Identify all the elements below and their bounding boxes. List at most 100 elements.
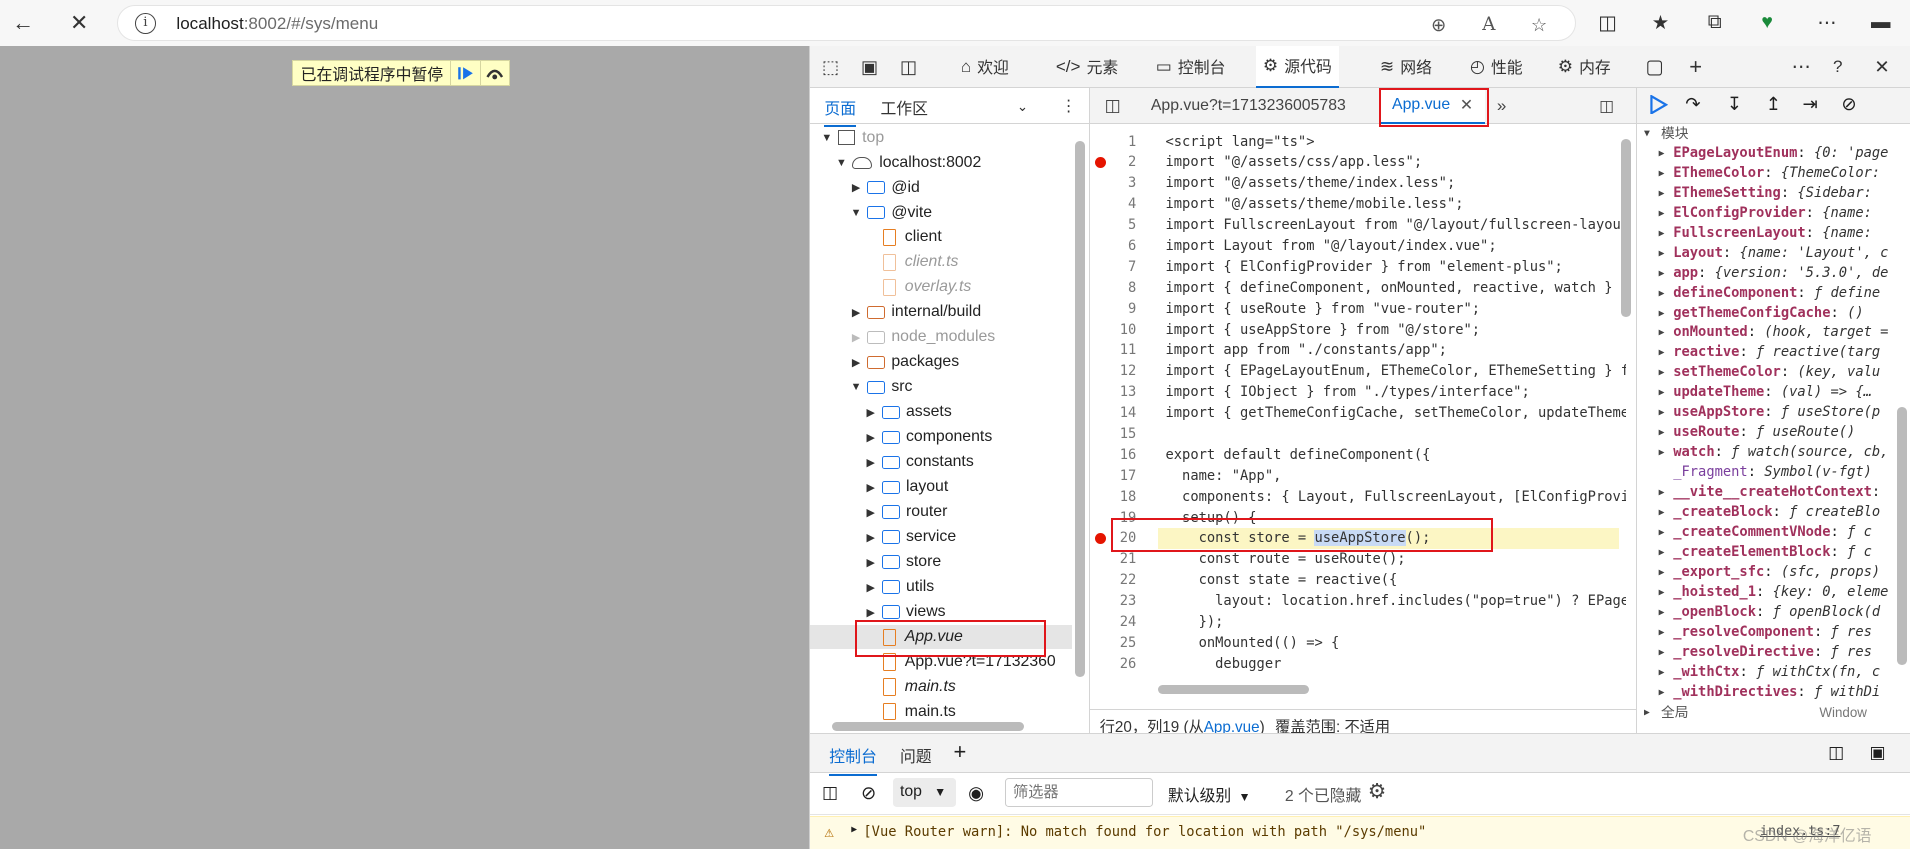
line-number[interactable]: 11 [1090, 340, 1137, 361]
tree-hscrollbar[interactable] [831, 722, 1025, 731]
tree-item[interactable]: ▶ components [810, 425, 1072, 449]
line-number[interactable]: 6 [1090, 236, 1136, 257]
scope-variable[interactable]: ▶ EThemeSetting: {Sidebar: [1637, 184, 1910, 204]
expand-right-icon[interactable]: ▶ [863, 481, 878, 494]
scope-variable[interactable]: ▶ _withCtx: ƒ withCtx(fn, c [1637, 663, 1910, 683]
panel-icon[interactable]: ▢ [1645, 46, 1663, 87]
code-line[interactable]: 2 import "@/assets/css/app.less"; [1090, 152, 1626, 173]
scope-variable[interactable]: ▶ updateTheme: (val) => {… [1637, 383, 1910, 403]
step-over-icon[interactable]: ↷ [1685, 93, 1700, 115]
scope-variable[interactable]: ▶ _resolveComponent: ƒ res [1637, 623, 1910, 643]
device-toolbar-icon[interactable]: ▣ [861, 46, 878, 87]
line-number[interactable]: 17 [1090, 466, 1137, 487]
settings-gear-icon[interactable]: ⚙ [1368, 779, 1387, 804]
expand-right-icon[interactable]: ▶ [1659, 603, 1665, 622]
scope-scrollbar[interactable] [1897, 406, 1908, 666]
code-line[interactable]: 7 import { ElConfigProvider } from "eleme… [1090, 257, 1626, 278]
line-number[interactable]: 25 [1090, 633, 1137, 654]
scope-variable[interactable]: ▶ FullscreenLayout: {name: [1637, 224, 1910, 244]
address-bar[interactable]: i localhost:8002/#/sys/menu ⊕ A ☆ [116, 4, 1577, 42]
close-devtools-icon[interactable]: ✕ [1874, 46, 1889, 87]
code-line[interactable]: 1 <script lang="ts"> [1090, 132, 1626, 153]
line-number[interactable]: 4 [1090, 194, 1136, 215]
more-vert-icon[interactable]: ⋮ [1061, 96, 1077, 116]
expand-right-icon[interactable]: ▶ [849, 331, 864, 344]
code-editor[interactable]: 1 <script lang="ts"> 2 import "@/assets/css… [1089, 124, 1626, 697]
expand-right-icon[interactable]: ▶ [1659, 343, 1665, 362]
context-select[interactable]: top ▼ [892, 778, 956, 808]
add-tab-icon[interactable]: + [1689, 46, 1702, 87]
line-number[interactable]: 22 [1090, 570, 1137, 591]
tree-item[interactable]: ▶ service [810, 525, 1072, 549]
expand-right-icon[interactable]: ▶ [849, 306, 864, 319]
close-tab-icon[interactable]: ✕ [1460, 95, 1473, 115]
info-icon[interactable]: i [134, 13, 156, 34]
line-number[interactable]: 3 [1090, 173, 1136, 194]
tab-performance[interactable]: ◴ 性能 [1463, 46, 1530, 87]
expand-right-icon[interactable]: ▶ [1659, 383, 1665, 402]
tree-item[interactable]: ▶ constants [810, 450, 1072, 474]
line-number[interactable]: 23 [1090, 591, 1137, 612]
expand-right-icon[interactable]: ▶ [1659, 164, 1665, 183]
tab-sources[interactable]: ⚙ 源代码 [1255, 46, 1340, 88]
scope-variable[interactable]: ▶ _export_sfc: (sfc, props) [1637, 563, 1910, 583]
line-number[interactable]: 5 [1090, 215, 1136, 236]
expand-down-icon[interactable]: ▼ [849, 207, 864, 219]
tree-item[interactable]: ▶ internal/build [810, 300, 1072, 324]
tree-item[interactable]: ▶ packages [810, 350, 1072, 374]
log-level-select[interactable]: 默认级别 ▼ [1168, 783, 1251, 806]
scope-variable[interactable]: ▶ _hoisted_1: {key: 0, eleme [1637, 583, 1910, 603]
split-screen-icon[interactable]: ◫ [1598, 11, 1616, 35]
tree-item[interactable]: ▶ views [810, 600, 1072, 624]
scope-variable[interactable]: ▶ watch: ƒ watch(source, cb, [1637, 443, 1910, 463]
expand-down-icon[interactable]: ▼ [849, 381, 864, 393]
chevron-down-icon[interactable]: ⌄ [1017, 99, 1028, 115]
scope-variable[interactable]: ▶ defineComponent: ƒ define [1637, 284, 1910, 304]
more-menu-icon[interactable]: ⋯ [1817, 11, 1836, 35]
tab-page[interactable]: 页面 [824, 96, 857, 128]
code-line[interactable]: 6 import Layout from "@/layout/index.vue"… [1090, 236, 1626, 257]
expand-right-icon[interactable]: ▶ [1659, 623, 1665, 642]
expand-right-icon[interactable]: ▶ [1659, 264, 1665, 283]
expand-right-icon[interactable]: ▶ [1659, 563, 1665, 582]
expand-right-icon[interactable]: ▶ [863, 531, 878, 544]
line-number[interactable]: 20 [1090, 528, 1137, 549]
tree-item[interactable]: ▶ node_modules [810, 325, 1072, 349]
tree-item[interactable]: ▶ assets [810, 400, 1072, 424]
code-line[interactable]: 17 name: "App", [1090, 466, 1626, 487]
minimize-icon[interactable]: ▬ [1871, 11, 1890, 34]
scope-variable[interactable]: ▶ _createCommentVNode: ƒ c [1637, 523, 1910, 543]
tab-issues[interactable]: 问题 [900, 744, 932, 767]
expand-right-icon[interactable]: ▶ [863, 506, 878, 519]
tree-item[interactable]: ▶ layout [810, 475, 1072, 499]
tree-item[interactable]: ▶ utils [810, 575, 1072, 599]
code-line[interactable]: 3 import "@/assets/theme/index.less"; [1090, 173, 1626, 194]
resume-icon[interactable] [1649, 94, 1669, 119]
favorites-icon[interactable]: ★ [1652, 11, 1669, 35]
read-aloud-icon[interactable]: A [1482, 14, 1495, 35]
tab-memory[interactable]: ⚙ 内存 [1550, 46, 1618, 87]
code-line[interactable]: 21 const route = useRoute(); [1090, 549, 1626, 570]
expand-right-icon[interactable]: ▶ [863, 456, 878, 469]
expand-right-icon[interactable]: ▶ [1659, 304, 1665, 323]
code-line[interactable]: 23 layout: location.href.includes("pop=t… [1090, 591, 1626, 612]
scope-variable[interactable]: ▶ setThemeColor: (key, valu [1637, 363, 1910, 383]
expand-right-icon[interactable]: ▶ [1659, 184, 1665, 203]
tree-item[interactable]: ▶ @id [810, 175, 1072, 199]
scope-variable[interactable]: ▶ useRoute: ƒ useRoute() [1637, 423, 1910, 443]
sidebar-toggle-icon[interactable]: ◫ [822, 783, 838, 803]
expand-right-icon[interactable]: ▶ [1659, 523, 1665, 542]
expand-right-icon[interactable]: ▶ [863, 606, 878, 619]
expand-arrow-icon[interactable]: ▶ [851, 824, 857, 835]
expand-right-icon[interactable]: ▶ [1659, 144, 1665, 163]
scope-variable[interactable]: ▶ _openBlock: ƒ openBlock(d [1637, 603, 1910, 623]
undock-icon[interactable]: ◫ [1828, 743, 1844, 763]
line-number[interactable]: 21 [1090, 549, 1137, 570]
line-number[interactable]: 9 [1090, 299, 1136, 320]
expand-right-icon[interactable]: ▶ [1659, 323, 1665, 342]
expand-right-icon[interactable]: ▶ [863, 581, 878, 594]
tree-scrollbar[interactable] [1075, 141, 1086, 678]
tab-console[interactable]: ▭ 控制台 [1148, 46, 1232, 87]
browser-essentials-icon[interactable]: ♥ [1761, 11, 1773, 34]
code-line[interactable]: 5 import FullscreenLayout from "@/layout/… [1090, 215, 1626, 236]
